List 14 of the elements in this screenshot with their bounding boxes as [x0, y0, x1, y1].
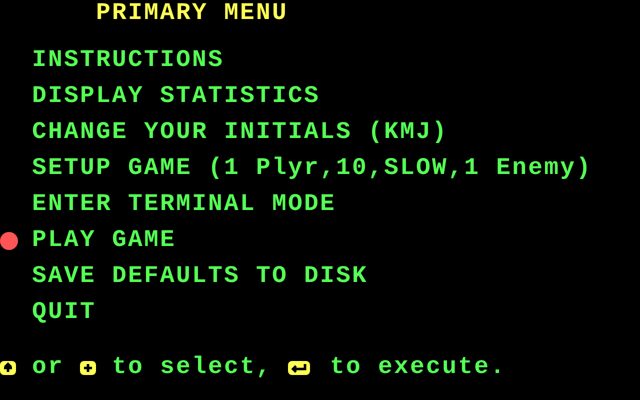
menu-item[interactable]: INSTRUCTIONS [32, 51, 224, 71]
key-icon [80, 361, 96, 375]
menu-item[interactable]: QUIT [32, 303, 96, 323]
menu-item[interactable]: PLAY GAME [32, 231, 176, 251]
menu-item[interactable]: SETUP GAME (1 Plyr,10,SLOW,1 Enemy) [32, 159, 592, 179]
menu-item[interactable]: SAVE DEFAULTS TO DISK [32, 267, 368, 287]
menu-item[interactable]: DISPLAY STATISTICS [32, 87, 320, 107]
hint-text: to execute. [330, 358, 506, 378]
hint-text: to select, [112, 358, 272, 378]
enter-key-icon [288, 361, 310, 375]
menu-title: PRIMARY MENU [96, 4, 288, 24]
hint-text: or [32, 358, 64, 378]
menu-item[interactable]: ENTER TERMINAL MODE [32, 195, 336, 215]
menu-item[interactable]: CHANGE YOUR INITIALS (KMJ) [32, 123, 448, 143]
